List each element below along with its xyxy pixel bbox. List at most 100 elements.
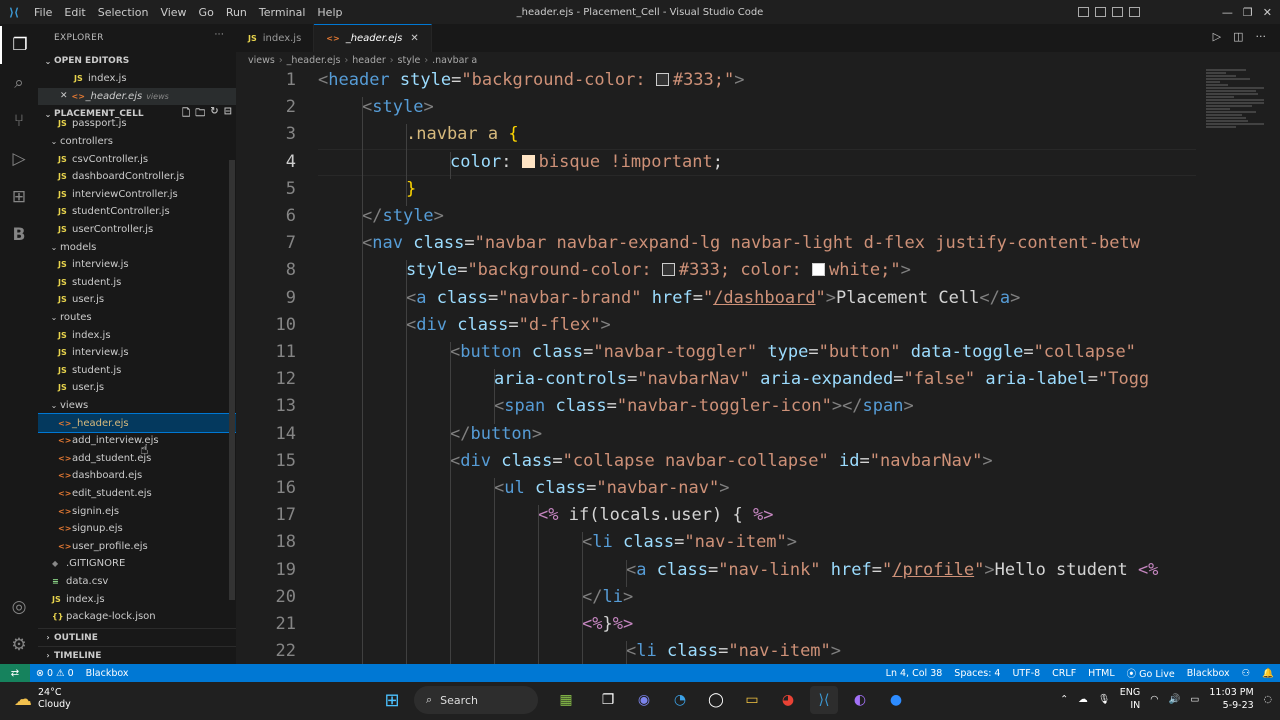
file-item[interactable]: JS studentController.js [38, 203, 236, 221]
file-item[interactable]: <> add_student.ejs [38, 449, 236, 467]
file-item[interactable]: JS interview.js [38, 344, 236, 362]
file-item[interactable]: JS csvController.js [38, 150, 236, 168]
file-item[interactable]: JS student.js [38, 362, 236, 380]
wifi-icon[interactable]: ◠ [1150, 694, 1158, 705]
layout-controls[interactable] [1078, 0, 1140, 24]
code-line[interactable]: <span class="navbar-toggler-icon"></span… [494, 396, 914, 416]
github-desktop-icon[interactable]: ◐ [846, 686, 874, 714]
code-line[interactable]: <header style="background-color: #333;"> [318, 70, 745, 90]
restore-icon[interactable]: ❐ [1243, 6, 1253, 19]
taskbar-search[interactable]: ⌕ Search [414, 686, 538, 714]
open-editor-item[interactable]: JS index.js [38, 70, 236, 88]
breadcrumb-item[interactable]: .navbar a [432, 55, 477, 66]
code-line[interactable]: <% if(locals.user) { %> [538, 505, 773, 525]
open-editors-section[interactable]: ⌄ OPEN EDITORS [38, 52, 236, 70]
run-debug-icon[interactable]: ▷ [0, 140, 38, 178]
menu-terminal[interactable]: Terminal [253, 6, 312, 19]
windows-start-icon[interactable]: ⊞ [378, 686, 406, 714]
more-actions-icon[interactable]: ··· [1256, 30, 1267, 43]
breadcrumb-item[interactable]: header [352, 55, 385, 66]
code-line[interactable]: <div class="d-flex"> [406, 315, 611, 335]
edge-icon[interactable]: ◔ [666, 686, 694, 714]
code-line[interactable]: <nav class="navbar navbar-expand-lg navb… [362, 233, 1140, 253]
file-item[interactable]: JS passport.js [38, 115, 236, 133]
file-item[interactable]: <> user_profile.ejs [38, 537, 236, 555]
menu-go[interactable]: Go [193, 6, 220, 19]
tab-index-js[interactable]: JS index.js [236, 24, 315, 52]
blackbox-right[interactable]: Blackbox [1181, 668, 1236, 679]
more-actions-icon[interactable]: ··· [215, 30, 224, 40]
source-control-icon[interactable]: ⑂ [0, 102, 38, 140]
toggle-secondary-sidebar-icon[interactable] [1112, 7, 1123, 17]
breadcrumb-item[interactable]: style [398, 55, 421, 66]
minimap[interactable] [1206, 68, 1266, 168]
toggle-primary-sidebar-icon[interactable] [1078, 7, 1089, 17]
folder-item[interactable]: ⌄ views [38, 397, 236, 415]
code-line[interactable]: </button> [450, 424, 542, 444]
file-item[interactable]: JS interview.js [38, 256, 236, 274]
file-item[interactable]: ≡ data.csv [38, 573, 236, 591]
file-item[interactable]: <> signup.ejs [38, 520, 236, 538]
onedrive-icon[interactable]: ☁ [1078, 694, 1088, 705]
code-line[interactable]: .navbar a { [406, 124, 519, 144]
notification-center-icon[interactable]: ◌ [1264, 694, 1272, 705]
chrome-icon[interactable]: ◕ [774, 686, 802, 714]
encoding[interactable]: UTF-8 [1006, 668, 1046, 679]
code-line[interactable]: <a class="nav-link" href="/profile">Hell… [626, 560, 1158, 580]
file-explorer-icon[interactable]: ▭ [738, 686, 766, 714]
blackbox-icon[interactable]: B [0, 216, 38, 254]
run-icon[interactable]: ▷ [1213, 30, 1221, 43]
sidebar-scrollbar[interactable] [229, 160, 235, 600]
split-editor-icon[interactable]: ◫ [1233, 30, 1243, 43]
menu-edit[interactable]: Edit [58, 6, 91, 19]
menu-file[interactable]: File [28, 6, 58, 19]
weather-widget[interactable]: ☁ 24°C Cloudy [14, 687, 71, 711]
open-editor-item[interactable]: ✕ <> _header.ejs views [38, 87, 236, 106]
code-line[interactable]: <%}%> [582, 614, 633, 634]
blackbox-status[interactable]: Blackbox [80, 668, 135, 679]
zoom-icon[interactable]: ● [882, 686, 910, 714]
accounts-status-icon[interactable]: ⚇ [1236, 668, 1257, 679]
folder-item[interactable]: ⌄ controllers [38, 133, 236, 151]
code-line[interactable]: style="background-color: #333; color: wh… [406, 260, 911, 280]
file-item[interactable]: JS dashboardController.js [38, 168, 236, 186]
code-line[interactable]: <ul class="navbar-nav"> [494, 478, 730, 498]
file-item[interactable]: <> add_interview.ejs [38, 432, 236, 450]
outline-section[interactable]: › OUTLINE [38, 628, 236, 646]
file-item[interactable]: JS student.js [38, 274, 236, 292]
code-line[interactable]: <button class="navbar-toggler" type="but… [450, 342, 1136, 362]
file-item[interactable]: JS index.js [38, 590, 236, 608]
close-tab-icon[interactable]: ✕ [410, 33, 418, 44]
code-editor[interactable]: 1 <header style="background-color: #333;"… [236, 68, 1196, 664]
battery-icon[interactable]: ▭ [1190, 694, 1199, 705]
extensions-icon[interactable]: ⊞ [0, 178, 38, 216]
code-line[interactable]: <style> [362, 97, 434, 117]
menu-view[interactable]: View [154, 6, 192, 19]
file-item[interactable]: {} package-lock.json [38, 608, 236, 626]
remote-icon[interactable]: ⇄ [0, 664, 30, 682]
code-line[interactable]: </style> [362, 206, 444, 226]
menu-selection[interactable]: Selection [92, 6, 155, 19]
search-icon[interactable]: ⌕ [0, 64, 38, 102]
file-item[interactable]: JS user.js [38, 379, 236, 397]
folder-item[interactable]: ⌄ models [38, 238, 236, 256]
file-item[interactable]: JS index.js [38, 326, 236, 344]
code-line[interactable]: </li> [582, 587, 633, 607]
file-item[interactable]: <> _header.ejs [38, 413, 236, 433]
code-line[interactable]: <div class="collapse navbar-collapse" id… [450, 451, 993, 471]
code-line[interactable]: <li class="nav-item"> [582, 532, 797, 552]
teams-icon[interactable]: ◉ [630, 686, 658, 714]
folder-item[interactable]: ⌄ routes [38, 309, 236, 327]
tab--header-ejs[interactable]: <> _header.ejs ✕ [314, 24, 432, 52]
go-live-button[interactable]: ⦿ Go Live [1121, 666, 1181, 680]
notifications-icon[interactable]: 🔔 [1256, 668, 1280, 679]
widget-app-icon[interactable]: ▦ [546, 686, 586, 714]
file-item[interactable]: <> edit_student.ejs [38, 485, 236, 503]
problems-indicator[interactable]: ⊗ 0 ⚠ 0 [30, 668, 80, 679]
file-item[interactable]: ◆ .GITIGNORE [38, 555, 236, 573]
timeline-section[interactable]: › TIMELINE [38, 646, 236, 664]
toggle-panel-icon[interactable] [1095, 7, 1106, 17]
minimize-icon[interactable]: — [1222, 6, 1233, 19]
language-indicator[interactable]: ENG IN [1120, 686, 1140, 712]
file-item[interactable]: JS userController.js [38, 221, 236, 239]
